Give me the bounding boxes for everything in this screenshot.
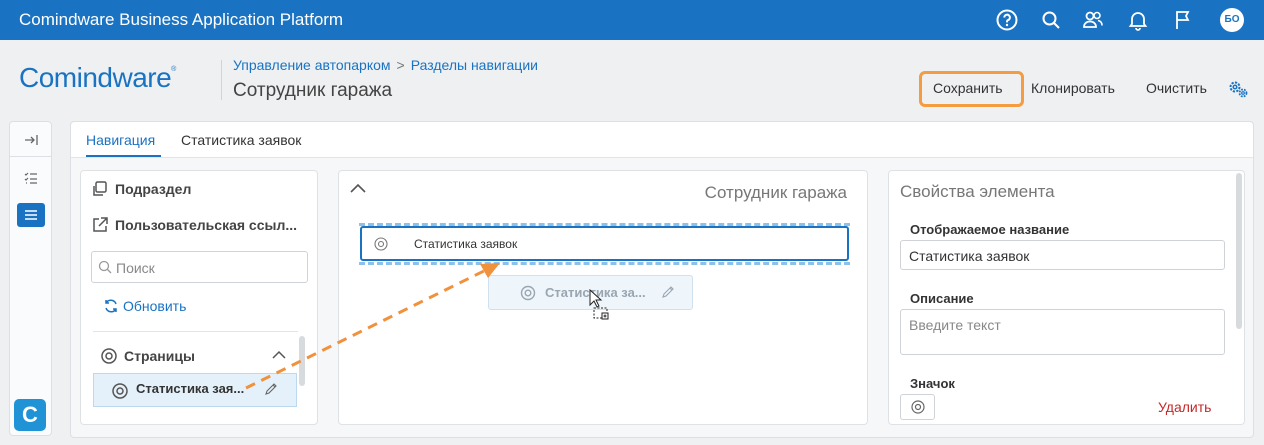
logo-divider [221, 60, 222, 100]
pencil-icon [662, 286, 674, 298]
search-icon [98, 260, 112, 274]
description-label: Описание [910, 291, 974, 306]
brand-icon[interactable]: C [14, 399, 46, 431]
refresh-label: Обновить [123, 298, 187, 314]
users-icon[interactable] [1081, 8, 1105, 32]
tree-item-label: Статистика заявок [414, 237, 518, 251]
breadcrumb-item-fleet[interactable]: Управление автопарком [233, 57, 391, 73]
logo: Comindware® [19, 62, 176, 94]
display-name-field[interactable]: Статистика заявок [900, 240, 1225, 270]
rail-divider [10, 156, 51, 157]
breadcrumb: Управление автопарком > Разделы навигации [233, 57, 538, 73]
page-icon [520, 285, 536, 301]
display-name-label: Отображаемое название [910, 222, 1070, 237]
search-input[interactable]: Поиск [91, 251, 308, 283]
search-icon[interactable] [1039, 8, 1063, 32]
search-placeholder: Поиск [116, 260, 155, 276]
panel-divider [93, 331, 298, 332]
flag-icon[interactable] [1171, 8, 1195, 32]
settings-gear-icon[interactable] [1227, 79, 1249, 99]
description-placeholder: Введите текст [909, 317, 1001, 333]
page-title: Сотрудник гаража [233, 80, 393, 101]
navigation-tree-panel: Сотрудник гаража Статистика заявок Стати… [338, 170, 868, 425]
tree-item[interactable]: Статистика заявок [360, 226, 849, 261]
chevron-up-icon[interactable] [271, 347, 287, 363]
chevron-up-icon[interactable] [349, 181, 367, 195]
active-tab-indicator [86, 155, 161, 157]
breadcrumb-separator: > [396, 57, 405, 73]
drag-cursor-icon [589, 289, 609, 320]
left-rail: C [9, 121, 52, 436]
logo-mark: ® [171, 66, 176, 73]
page-icon [374, 237, 388, 251]
page-icon [112, 383, 128, 399]
icon-label: Значок [910, 376, 955, 391]
subsection-label: Подраздел [115, 181, 192, 197]
logo-text: Comindware [19, 62, 172, 93]
toolbox-panel: Подраздел Пользовательская ссыл... Поиск… [80, 170, 318, 425]
copy-icon [93, 181, 107, 196]
clear-button[interactable]: Очистить [1146, 80, 1207, 96]
tab-statistics[interactable]: Статистика заявок [181, 132, 301, 148]
save-button[interactable]: Сохранить [933, 80, 1003, 96]
menu-icon[interactable] [17, 203, 45, 227]
display-name-value: Статистика заявок [909, 248, 1030, 264]
custom-link-label: Пользовательская ссыл... [115, 217, 298, 233]
custom-link-item[interactable]: Пользовательская ссыл... [91, 216, 297, 234]
external-link-icon [93, 217, 108, 232]
checklist-icon[interactable] [17, 166, 45, 190]
pencil-icon[interactable] [264, 382, 278, 396]
properties-title: Свойства элемента [900, 182, 1055, 201]
pages-group-label: Страницы [124, 348, 195, 364]
page-icon [911, 400, 925, 414]
breadcrumb-item-navigation[interactable]: Разделы навигации [411, 57, 538, 73]
scrollbar[interactable] [1236, 173, 1242, 329]
refresh-icon [105, 299, 117, 313]
tab-navigation[interactable]: Навигация [86, 132, 155, 148]
collapse-icon[interactable] [17, 128, 45, 152]
scrollbar[interactable] [299, 336, 305, 386]
list-item-label: Статистика зая... [136, 381, 245, 396]
top-bar: Comindware Business Application Platform… [0, 0, 1264, 40]
bell-icon[interactable] [1126, 8, 1150, 32]
subsection-item[interactable]: Подраздел [91, 180, 191, 198]
page-icon [101, 348, 117, 364]
properties-panel: Свойства элемента Отображаемое название … [888, 170, 1245, 425]
description-field[interactable]: Введите текст [900, 309, 1225, 355]
icon-picker[interactable] [900, 394, 935, 420]
app-title: Comindware Business Application Platform [19, 10, 344, 29]
panel-title: Сотрудник гаража [704, 183, 847, 202]
refresh-button[interactable]: Обновить [103, 298, 186, 314]
pages-group-header[interactable]: Страницы [100, 347, 195, 365]
clone-button[interactable]: Клонировать [1031, 80, 1115, 96]
avatar[interactable]: БО [1220, 8, 1244, 32]
delete-button[interactable]: Удалить [1158, 399, 1211, 415]
tab-bar: Навигация Статистика заявок [71, 122, 1253, 158]
help-icon[interactable] [995, 8, 1019, 32]
